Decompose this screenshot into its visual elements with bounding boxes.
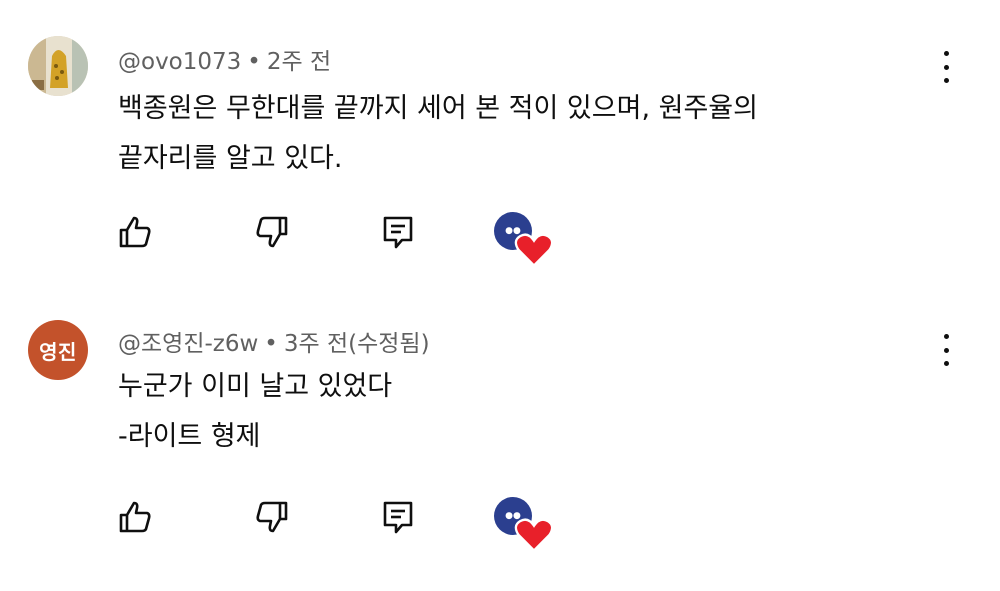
comment: 영진 @조영진-z6w • 3주 전(수정됨) 누군가 이미 날고 있었다 -라이트… <box>0 292 1000 582</box>
comment-line: 끝자리를 알고 있다. <box>118 143 343 174</box>
thumbs-up-icon <box>119 501 151 533</box>
comment-line: 백종원은 무한대를 끝까지 세어 본 적이 있으며, 원주율의 <box>118 93 758 124</box>
more-vertical-icon[interactable] <box>936 330 956 370</box>
creator-heart-badge: ●● <box>492 210 554 268</box>
comment-meta: @ovo1073 • 2주 전 <box>118 42 331 76</box>
reply-icon <box>383 501 413 534</box>
reply-icon <box>383 216 413 249</box>
like-button[interactable] <box>115 212 155 252</box>
user-avatar[interactable]: 영진 <box>28 320 88 380</box>
thumbs-up-icon <box>119 216 151 248</box>
comment-line: 누군가 이미 날고 있었다 <box>118 371 393 402</box>
comment-text: 백종원은 무한대를 끝까지 세어 본 적이 있으며, 원주율의 끝자리를 알고 … <box>118 84 758 184</box>
comment-line: -라이트 형제 <box>118 421 261 452</box>
avatar-photo-icon <box>28 36 88 96</box>
reply-button[interactable] <box>378 497 418 537</box>
avatar-initials: 영진 <box>39 339 77 364</box>
comment-time[interactable]: 3주 전(수정됨) <box>284 331 430 357</box>
creator-heart-badge: ●● <box>492 495 554 553</box>
more-vertical-icon[interactable] <box>936 47 956 87</box>
dislike-button[interactable] <box>252 212 292 252</box>
user-avatar[interactable] <box>28 36 88 96</box>
heart-icon <box>514 518 554 553</box>
separator-dot: • <box>247 49 261 75</box>
comment-author[interactable]: @ovo1073 <box>118 49 241 75</box>
thumbs-down-icon <box>256 501 288 533</box>
comment-text: 누군가 이미 날고 있었다 -라이트 형제 <box>118 362 392 462</box>
comment-time[interactable]: 2주 전 <box>267 49 331 75</box>
comment: @ovo1073 • 2주 전 백종원은 무한대를 끝까지 세어 본 적이 있으며,… <box>0 0 1000 290</box>
comment-meta: @조영진-z6w • 3주 전(수정됨) <box>118 324 430 358</box>
heart-icon <box>514 233 554 268</box>
like-button[interactable] <box>115 497 155 537</box>
reply-button[interactable] <box>378 212 418 252</box>
separator-dot: • <box>264 331 278 357</box>
dislike-button[interactable] <box>252 497 292 537</box>
comment-author[interactable]: @조영진-z6w <box>118 331 258 357</box>
thumbs-down-icon <box>256 216 288 248</box>
